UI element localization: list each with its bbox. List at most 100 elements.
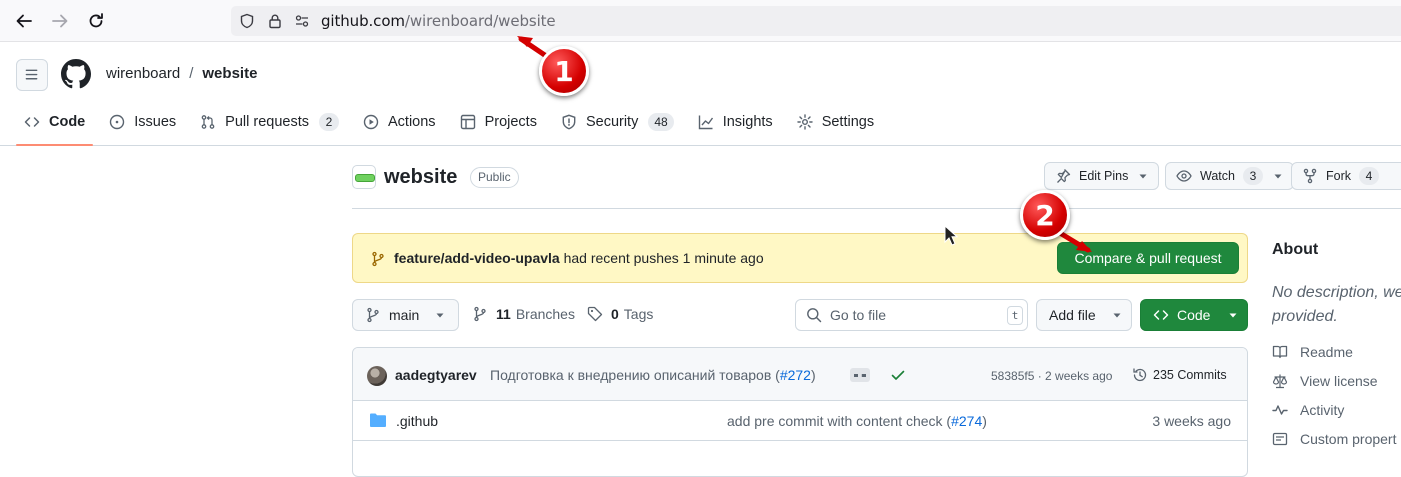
file-commit-end: ) [982, 413, 987, 429]
code-icon [24, 117, 40, 127]
pushed-branch-name[interactable]: feature/add-video-upavla [394, 250, 560, 266]
annotation-badge-1: 1 [539, 46, 589, 96]
watch-count: 3 [1242, 167, 1263, 185]
commit-details-button[interactable] [850, 368, 870, 382]
commit-hash-date[interactable]: 58385f5 · 2 weeks ago [991, 369, 1112, 383]
tab-security[interactable]: Security 48 [553, 106, 682, 138]
git-branch-icon [367, 307, 379, 323]
file-commit-pr-link[interactable]: #274 [951, 413, 982, 429]
go-to-file-search[interactable]: t [795, 299, 1028, 331]
readme-link[interactable]: Readme [1272, 344, 1353, 360]
tags-link[interactable]: 0 Tags [587, 306, 653, 322]
add-file-label: Add file [1049, 307, 1096, 323]
tab-insights[interactable]: Insights [690, 106, 781, 138]
about-item-label: Readme [1300, 344, 1353, 360]
recent-push-banner: feature/add-video-upavla had recent push… [352, 233, 1248, 283]
hamburger-icon [25, 69, 38, 80]
note-icon [1272, 432, 1288, 446]
table-row[interactable]: .github add pre commit with content chec… [353, 401, 1247, 441]
back-button[interactable] [14, 11, 34, 31]
watch-label: Watch [1200, 169, 1235, 183]
branch-selector[interactable]: main [352, 299, 459, 331]
repo-title[interactable]: website [384, 166, 457, 189]
tracking-shield-icon[interactable] [239, 13, 255, 29]
activity-link[interactable]: Activity [1272, 402, 1344, 418]
code-dropdown-button[interactable]: Code [1140, 299, 1248, 331]
graph-icon [698, 115, 713, 130]
tab-label: Issues [134, 114, 177, 130]
view-license-link[interactable]: View license [1272, 373, 1378, 389]
code-icon [1153, 310, 1169, 320]
commit-author[interactable]: aadegtyarev [395, 367, 477, 383]
fork-icon [1303, 168, 1317, 184]
about-item-label: Activity [1300, 402, 1345, 418]
history-icon [1133, 368, 1147, 382]
address-bar[interactable]: github.com/wirenboard/website [231, 6, 1401, 36]
edit-pins-button[interactable]: Edit Pins [1044, 162, 1160, 190]
repo-tabs: Code Issues Pull requests 2 Actions Proj… [16, 106, 890, 146]
commits-count-label: 235 Commits [1153, 368, 1227, 382]
tab-code[interactable]: Code [16, 106, 94, 146]
commit-message[interactable]: Подготовка к внедрению описаний товаров … [490, 367, 816, 383]
tab-settings[interactable]: Settings [789, 106, 882, 138]
url-host: github.com [321, 12, 405, 30]
tab-pull-requests[interactable]: Pull requests 2 [192, 106, 347, 138]
about-item-label: View license [1300, 373, 1378, 389]
about-heading: About [1272, 241, 1319, 258]
commits-history-link[interactable]: 235 Commits [1132, 367, 1227, 383]
eye-icon [1176, 170, 1192, 182]
tags-label: Tags [623, 306, 654, 322]
about-description-line: provided. [1272, 308, 1338, 325]
law-icon [1272, 374, 1288, 389]
lock-icon[interactable] [267, 13, 283, 29]
go-to-file-input[interactable] [830, 307, 1000, 323]
custom-properties-link[interactable]: Custom propert [1272, 431, 1396, 447]
tab-issues[interactable]: Issues [101, 106, 184, 138]
tags-count: 0 [611, 306, 619, 322]
file-name[interactable]: .github [396, 413, 438, 429]
file-date: 3 weeks ago [1152, 413, 1231, 429]
arrow-left-icon [16, 14, 32, 28]
search-icon [807, 308, 822, 323]
url-text[interactable]: github.com/wirenboard/website [321, 12, 556, 30]
caret-down-icon [1139, 174, 1147, 179]
tab-actions[interactable]: Actions [355, 106, 444, 138]
git-branch-icon [474, 306, 486, 322]
watch-button[interactable]: Watch 3 [1165, 162, 1294, 190]
tab-projects[interactable]: Projects [452, 106, 545, 138]
forward-button[interactable] [50, 11, 70, 31]
reload-button[interactable] [86, 11, 106, 31]
pull-request-icon [201, 115, 215, 129]
add-file-button[interactable]: Add file [1036, 299, 1132, 331]
branches-link[interactable]: 11 Branches [472, 306, 575, 322]
commit-pr-link[interactable]: #272 [780, 367, 811, 383]
open-menu-button[interactable] [16, 59, 48, 91]
url-path: /wirenboard/website [404, 12, 556, 30]
repo-avatar [352, 165, 376, 189]
commit-message-end: ) [810, 367, 816, 383]
avatar[interactable] [367, 366, 387, 386]
github-header: wirenboard / website Code Issues Pull requ… [0, 42, 1401, 146]
check-icon[interactable] [890, 367, 906, 383]
book-icon [1272, 345, 1288, 359]
github-logo-icon[interactable] [61, 59, 91, 89]
repo-breadcrumb: wirenboard / website [106, 65, 257, 82]
file-commit-message[interactable]: add pre commit with content check (#274) [727, 413, 987, 429]
file-table: aadegtyarev Подготовка к внедрению описа… [352, 347, 1248, 477]
compare-pull-request-button[interactable]: Compare & pull request [1057, 242, 1239, 274]
recent-push-message: had recent pushes 1 minute ago [563, 250, 764, 266]
fork-button[interactable]: Fork 4 [1291, 162, 1401, 190]
permissions-icon[interactable] [294, 13, 310, 29]
repo-link[interactable]: website [202, 65, 257, 82]
security-count: 48 [648, 113, 674, 131]
tab-label: Pull requests [225, 114, 309, 130]
shield-icon [562, 114, 576, 130]
tab-label: Projects [484, 114, 537, 130]
tab-label: Security [585, 114, 639, 130]
branch-name: main [389, 307, 420, 323]
edit-pins-label: Edit Pins [1079, 169, 1129, 183]
play-icon [363, 114, 379, 130]
owner-link[interactable]: wirenboard [106, 65, 180, 82]
visibility-badge: Public [470, 167, 519, 188]
annotation-badge-2: 2 [1020, 190, 1070, 240]
